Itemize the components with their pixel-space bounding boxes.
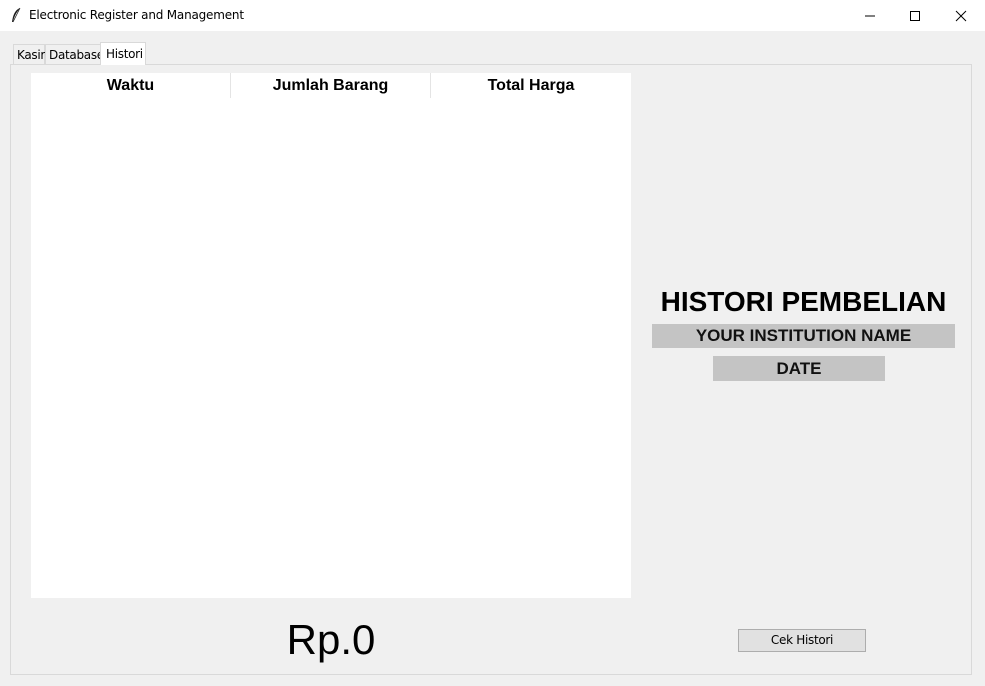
column-header-total-harga[interactable]: Total Harga (431, 73, 631, 98)
table-header: Waktu Jumlah Barang Total Harga (31, 73, 631, 98)
minimize-icon (865, 15, 875, 17)
title-bar: Electronic Register and Management (0, 0, 985, 31)
tab-histori[interactable]: Histori (100, 42, 146, 65)
column-header-waktu[interactable]: Waktu (31, 73, 231, 98)
maximize-icon (910, 11, 920, 21)
close-button[interactable] (938, 0, 984, 31)
tab-database[interactable]: Database (45, 44, 104, 64)
histori-table[interactable]: Waktu Jumlah Barang Total Harga (31, 73, 631, 598)
maximize-button[interactable] (892, 0, 938, 31)
tab-kasir[interactable]: Kasir (13, 44, 45, 64)
column-header-jumlah-barang[interactable]: Jumlah Barang (231, 73, 431, 98)
total-price-label: Rp.0 (286, 616, 376, 663)
minimize-button[interactable] (847, 0, 893, 31)
window-title: Electronic Register and Management (29, 8, 244, 22)
feather-icon (10, 7, 22, 24)
institution-name-label: YOUR INSTITUTION NAME (652, 324, 955, 348)
date-label: DATE (713, 356, 885, 381)
page-title: HISTORI PEMBELIAN (660, 286, 947, 317)
cek-histori-button[interactable]: Cek Histori (738, 629, 866, 652)
close-icon (955, 10, 967, 22)
